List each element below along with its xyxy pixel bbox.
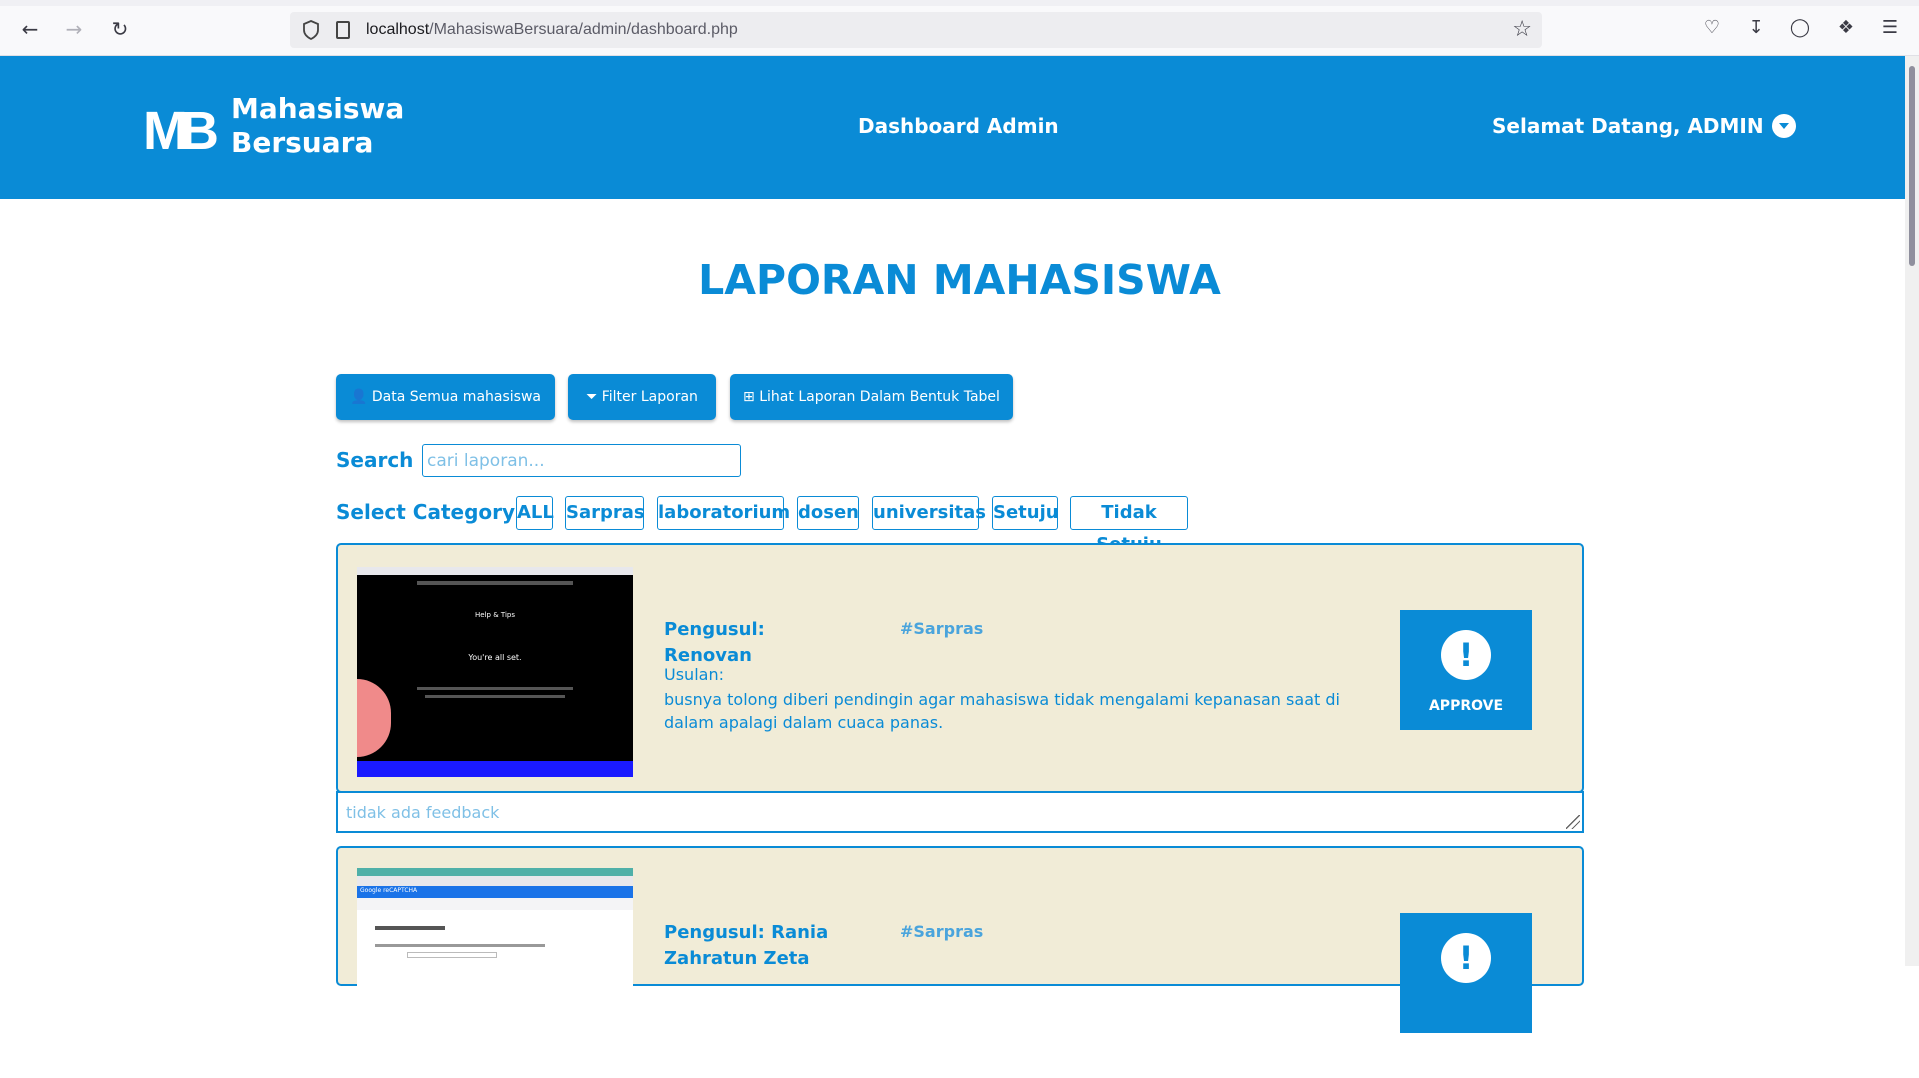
exclamation-icon: ! bbox=[1441, 630, 1491, 680]
page-icon bbox=[336, 21, 350, 39]
page-scrollbar[interactable] bbox=[1905, 56, 1919, 966]
feedback-textarea[interactable]: tidak ada feedback bbox=[336, 791, 1584, 833]
url-text[interactable]: localhost/MahasiswaBersuara/admin/dashbo… bbox=[366, 21, 738, 39]
address-bar[interactable]: localhost/MahasiswaBersuara/admin/dashbo… bbox=[290, 12, 1542, 48]
back-icon[interactable]: ← bbox=[18, 17, 42, 41]
tab-strip bbox=[0, 0, 1919, 6]
resize-grip-icon[interactable] bbox=[1566, 815, 1580, 829]
report-tag[interactable]: #Sarpras bbox=[900, 922, 983, 941]
menu-icon[interactable]: ☰ bbox=[1878, 16, 1902, 40]
category-all[interactable]: ALL bbox=[516, 496, 554, 530]
logo-line-1: Mahasiswa bbox=[231, 92, 405, 125]
category-tidak-setuju[interactable]: Tidak Setuju bbox=[1070, 496, 1188, 555]
pocket-icon[interactable]: ♡ bbox=[1700, 16, 1724, 40]
thumb-title: Help & Tips bbox=[475, 611, 515, 619]
report-image[interactable]: Help & Tips You're all set. bbox=[357, 567, 633, 777]
category-laboratorium[interactable]: laboratorium bbox=[657, 496, 790, 530]
dashboard-title[interactable]: Dashboard Admin bbox=[858, 114, 1059, 138]
site-header: MB Mahasiswa Bersuara Dashboard Admin Se… bbox=[0, 56, 1919, 199]
extensions-icon[interactable]: ❖ bbox=[1834, 16, 1858, 40]
category-setuju[interactable]: Setuju bbox=[992, 496, 1059, 530]
category-dosen[interactable]: dosen bbox=[797, 496, 859, 530]
logo-mark[interactable]: MB bbox=[143, 104, 219, 158]
logo-line-2: Bersuara bbox=[231, 126, 374, 159]
report-image[interactable]: Google reCAPTCHA bbox=[357, 868, 633, 1078]
dropdown-icon[interactable] bbox=[1771, 113, 1796, 138]
search-label: Search : bbox=[336, 448, 429, 472]
report-tag[interactable]: #Sarpras bbox=[900, 619, 983, 638]
all-students-button[interactable]: 👤 Data Semua mahasiswa bbox=[336, 374, 555, 420]
exclamation-icon: ! bbox=[1441, 933, 1491, 983]
usulan-text: busnya tolong diberi pendingin agar maha… bbox=[664, 690, 1340, 732]
feedback-placeholder: tidak ada feedback bbox=[346, 803, 500, 822]
user-icon: 👤 bbox=[350, 389, 368, 405]
page-title: LAPORAN MAHASISWA bbox=[698, 256, 1221, 304]
approve-button[interactable]: ! bbox=[1400, 913, 1532, 1033]
user-menu[interactable]: Selamat Datang, ADMIN bbox=[1492, 113, 1796, 140]
thumb-title: Google reCAPTCHA bbox=[360, 887, 418, 894]
forward-icon[interactable]: → bbox=[62, 17, 86, 41]
category-sarpras[interactable]: Sarpras bbox=[565, 496, 645, 530]
logo-text[interactable]: Mahasiswa Bersuara bbox=[231, 92, 404, 160]
search-input[interactable] bbox=[422, 444, 741, 477]
table-view-button[interactable]: ⊞ Lihat Laporan Dalam Bentuk Tabel bbox=[730, 374, 1013, 420]
account-icon[interactable]: ◯ bbox=[1788, 16, 1812, 40]
filter-report-button[interactable]: ⏷ Filter Laporan bbox=[568, 374, 716, 420]
category-label: Select Category : bbox=[336, 500, 530, 524]
browser-toolbar: ← → ↻ localhost/MahasiswaBersuara/admin/… bbox=[0, 0, 1919, 56]
usulan-label: Usulan: bbox=[664, 665, 724, 684]
filter-icon: ⏷ bbox=[586, 389, 598, 405]
shield-icon bbox=[303, 20, 319, 40]
report-card: Google reCAPTCHA Pengusul: Rania Zahratu… bbox=[336, 846, 1584, 1078]
scrollbar-thumb[interactable] bbox=[1909, 66, 1915, 266]
report-proposer: Pengusul: Renovan bbox=[664, 619, 765, 666]
thumb-subtitle: You're all set. bbox=[468, 653, 522, 662]
download-icon[interactable]: ↧ bbox=[1744, 16, 1768, 40]
report-proposer: Pengusul: Rania Zahratun Zeta bbox=[664, 922, 829, 969]
table-icon: ⊞ bbox=[743, 389, 755, 405]
category-universitas[interactable]: universitas bbox=[872, 496, 986, 530]
welcome-text: Selamat Datang, ADMIN bbox=[1492, 114, 1764, 138]
report-card: Help & Tips You're all set. Pengusul: Re… bbox=[336, 543, 1584, 793]
bookmark-star-icon[interactable]: ☆ bbox=[1512, 17, 1532, 42]
approve-button[interactable]: ! APPROVE bbox=[1400, 610, 1532, 730]
approve-label: APPROVE bbox=[1428, 698, 1504, 714]
reload-icon[interactable]: ↻ bbox=[108, 17, 132, 41]
